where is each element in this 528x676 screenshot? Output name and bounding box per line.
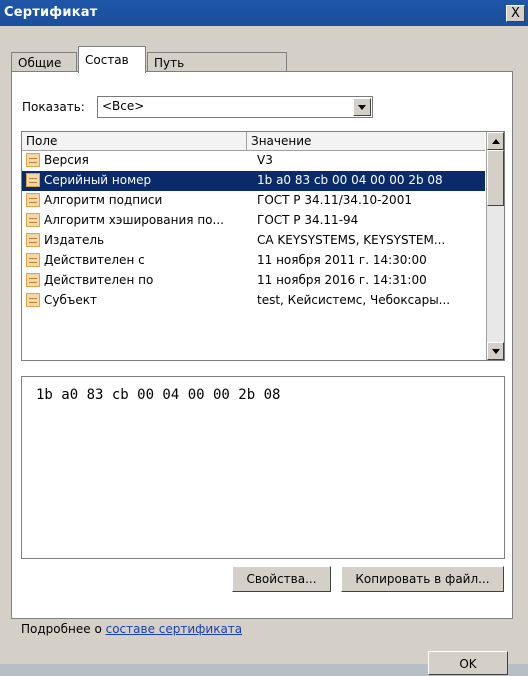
row-field: Действителен с (44, 253, 145, 267)
tab-certification-path[interactable]: Путь сертификации (147, 52, 287, 90)
row-value: ГОСТ Р 34.11/34.10-2001 (257, 193, 412, 207)
row-field: Алгоритм подписи (44, 193, 163, 207)
row-value: 1b a0 83 cb 00 04 00 00 2b 08 (257, 173, 443, 187)
certificate-field-icon (26, 153, 40, 167)
certificate-field-icon (26, 193, 40, 207)
list-header: Поле Значение (22, 132, 485, 151)
row-field: Издатель (44, 233, 105, 247)
list-row[interactable]: Субъект test, Кейсистемс, Чебоксары... (22, 291, 485, 311)
more-info-prefix: Подробнее о (21, 622, 106, 636)
row-field: Алгоритм хэширования по... (44, 213, 224, 227)
row-field: Серийный номер (44, 173, 152, 187)
scroll-up-button[interactable] (487, 132, 504, 150)
list-row[interactable]: Действителен по 11 ноября 2016 г. 14:31:… (22, 271, 485, 291)
certificate-field-icon (26, 293, 40, 307)
dropdown-arrow-button[interactable] (353, 98, 371, 116)
row-field: Действителен по (44, 273, 154, 287)
row-value: CA KEYSYSTEMS, KEYSYSTEM... (257, 233, 446, 247)
list-row[interactable]: Действителен с 11 ноября 2011 г. 14:30:0… (22, 251, 485, 271)
row-value: 11 ноября 2016 г. 14:31:00 (257, 273, 427, 287)
value-detail-box[interactable]: 1b a0 83 cb 00 04 00 00 2b 08 (21, 376, 505, 559)
tab-details[interactable]: Состав (78, 46, 146, 73)
certificate-details-link[interactable]: составе сертификата (106, 622, 243, 636)
certificate-field-icon (26, 233, 40, 247)
certificate-field-icon (26, 173, 40, 187)
scroll-thumb[interactable] (487, 150, 504, 206)
show-dropdown[interactable]: <Все> (97, 96, 373, 118)
certificate-field-icon (26, 253, 40, 267)
window-title: Сертификат (4, 5, 98, 20)
list-row[interactable]: Алгоритм хэширования по... ГОСТ Р 34.11-… (22, 211, 485, 231)
show-label: Показать: (22, 100, 85, 114)
properties-button[interactable]: Свойства... (232, 566, 331, 592)
tab-general[interactable]: Общие (11, 52, 77, 72)
row-value: V3 (257, 153, 273, 167)
ok-button[interactable]: OK (428, 651, 508, 675)
title-bar: Сертификат X (0, 0, 528, 26)
chevron-down-icon (358, 105, 366, 110)
column-header-field[interactable]: Поле (22, 132, 247, 150)
list-row-selected[interactable]: Серийный номер 1b a0 83 cb 00 04 00 00 2… (22, 171, 485, 191)
more-info: Подробнее о составе сертификата (21, 622, 242, 636)
chevron-up-icon (492, 139, 500, 144)
certificate-field-icon (26, 213, 40, 227)
close-button[interactable]: X (506, 5, 525, 22)
list-scrollbar[interactable] (486, 132, 504, 360)
list-row[interactable]: Издатель CA KEYSYSTEMS, KEYSYSTEM... (22, 231, 485, 251)
chevron-down-icon (492, 349, 500, 354)
list-row[interactable]: Алгоритм подписи ГОСТ Р 34.11/34.10-2001 (22, 191, 485, 211)
scroll-down-button[interactable] (487, 342, 504, 360)
column-header-value[interactable]: Значение (247, 132, 485, 150)
fields-list[interactable]: Поле Значение Версия V3 Серийный номер 1… (21, 131, 505, 361)
close-icon: X (511, 6, 520, 21)
row-value: test, Кейсистемс, Чебоксары... (257, 293, 451, 307)
certificate-field-icon (26, 273, 40, 287)
row-value: ГОСТ Р 34.11-94 (257, 213, 359, 227)
dialog-body: Общие Состав Путь сертификации Показать:… (0, 26, 528, 675)
list-row[interactable]: Версия V3 (22, 151, 485, 171)
show-dropdown-value: <Все> (102, 99, 145, 113)
row-field: Субъект (44, 293, 97, 307)
row-value: 11 ноября 2011 г. 14:30:00 (257, 253, 427, 267)
copy-to-file-button[interactable]: Копировать в файл... (341, 566, 504, 592)
row-field: Версия (44, 153, 89, 167)
value-detail-text: 1b a0 83 cb 00 04 00 00 2b 08 (36, 387, 281, 403)
